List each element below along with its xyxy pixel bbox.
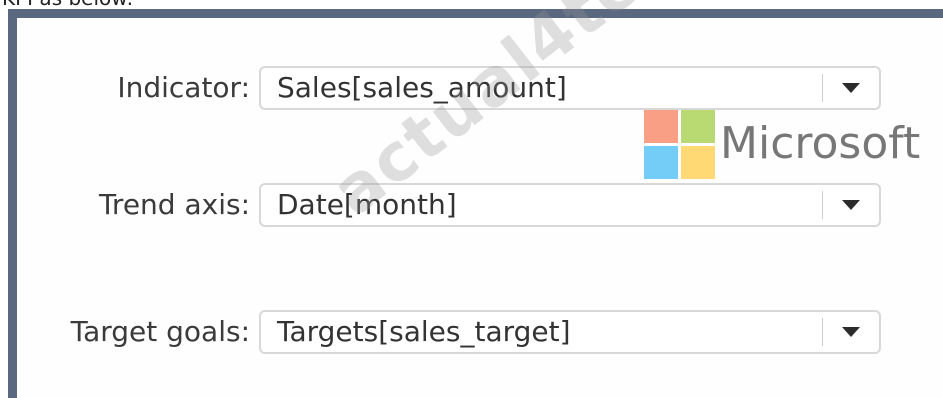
microsoft-logo-icon — [644, 110, 716, 180]
chevron-down-icon[interactable] — [823, 68, 879, 108]
logo-square-yellow — [681, 146, 715, 179]
trend-axis-label: Trend axis: — [98, 188, 250, 221]
target-goals-label-wrap: Target goals: — [17, 310, 250, 354]
page: KPI as below: Indicator: Sales[sales_amo… — [0, 0, 943, 398]
indicator-value: Sales[sales_amount] — [277, 71, 567, 104]
indicator-label-wrap: Indicator: — [17, 66, 250, 110]
logo-square-green — [681, 110, 715, 143]
target-goals-value: Targets[sales_target] — [277, 315, 571, 348]
logo-square-red — [644, 110, 678, 143]
trend-axis-label-wrap: Trend axis: — [17, 183, 250, 227]
microsoft-brand-text: Microsoft — [720, 118, 921, 169]
trend-axis-dropdown[interactable]: Date[month] — [259, 183, 881, 227]
indicator-dropdown[interactable]: Sales[sales_amount] — [259, 66, 881, 110]
trend-axis-value: Date[month] — [277, 188, 457, 221]
chevron-down-icon[interactable] — [823, 185, 879, 225]
target-goals-label: Target goals: — [70, 315, 250, 348]
indicator-label: Indicator: — [117, 71, 250, 104]
kpi-field-panel: Indicator: Sales[sales_amount] Trend axi… — [8, 9, 943, 398]
chevron-down-icon[interactable] — [823, 312, 879, 352]
logo-square-blue — [644, 146, 678, 179]
target-goals-dropdown[interactable]: Targets[sales_target] — [259, 310, 881, 354]
